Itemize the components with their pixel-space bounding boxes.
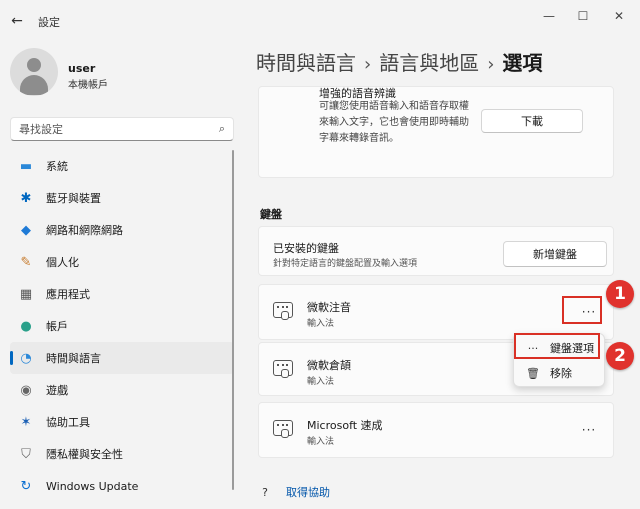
brush-icon: ✎ xyxy=(20,254,32,270)
breadcrumb: 時間與語言 › 語言與地區 › 選項 xyxy=(256,47,542,76)
accessibility-icon: ✶ xyxy=(20,414,32,430)
apps-icon: ▦ xyxy=(19,286,33,302)
breadcrumb-language-region[interactable]: 語言與地區 xyxy=(379,51,479,75)
speech-description: 可讓您使用語音輸入和語音存取權來輸入文字，它也會使用即時輔助字幕來轉錄音訊。 xyxy=(319,101,469,144)
sidebar-item-label: 個人化 xyxy=(46,256,79,269)
keyboard-icon xyxy=(273,302,293,320)
installed-keyboards-card: 已安裝的鍵盤 針對特定語言的鍵盤配置及輸入選項 新增鍵盤 xyxy=(258,226,614,276)
sidebar-item-label: 隱私權與安全性 xyxy=(46,448,123,461)
ime-name: 微軟倉頡 xyxy=(307,359,351,372)
sidebar-item-label: 系統 xyxy=(46,160,68,173)
search-input[interactable] xyxy=(19,121,209,137)
step-badge: 2 xyxy=(606,342,634,370)
user-profile[interactable]: user 本機帳戶 xyxy=(10,48,230,100)
title-bar: ← 設定 — ☐ ✕ xyxy=(0,0,640,40)
sidebar-item-label: 藍牙與裝置 xyxy=(46,192,101,205)
more-options-button[interactable]: ··· xyxy=(577,419,601,441)
menu-item-label: 移除 xyxy=(550,367,572,380)
breadcrumb-time-language[interactable]: 時間與語言 xyxy=(256,51,356,75)
sidebar-item-privacy[interactable]: ⛉ 隱私權與安全性 xyxy=(10,438,234,470)
bluetooth-icon: ✱ xyxy=(20,190,32,206)
sidebar-item-time-language[interactable]: ◔ 時間與語言 xyxy=(10,342,234,374)
ime-name: 微軟注音 xyxy=(307,301,351,314)
trash-icon: 🗑 xyxy=(526,366,540,380)
sidebar-item-accounts[interactable]: ● 帳戶 xyxy=(10,310,234,342)
highlight-box xyxy=(562,296,602,324)
highlight-box xyxy=(514,333,600,359)
sidebar-item-accessibility[interactable]: ✶ 協助工具 xyxy=(10,406,234,438)
ime-type: 輸入法 xyxy=(307,437,335,447)
keyboard-icon xyxy=(273,360,293,378)
breadcrumb-separator: › xyxy=(364,54,372,75)
search-icon[interactable]: ⌕ xyxy=(219,122,225,136)
ime-type: 輸入法 xyxy=(307,377,335,387)
refresh-icon: ↻ xyxy=(20,478,32,494)
settings-search-box[interactable]: ⌕ xyxy=(10,117,234,141)
person-icon: ● xyxy=(20,318,32,334)
sidebar-item-network[interactable]: ◆ 網路和網際網路 xyxy=(10,214,234,246)
sidebar-item-windows-update[interactable]: ↻ Windows Update xyxy=(10,470,234,502)
sidebar-item-gaming[interactable]: ◉ 遊戲 xyxy=(10,374,234,406)
monitor-icon: ▬ xyxy=(19,158,33,174)
ime-row: Microsoft 速成 輸入法 ··· xyxy=(258,402,614,458)
help-icon: ? xyxy=(262,485,268,499)
step-badge: 1 xyxy=(606,280,634,308)
ime-type: 輸入法 xyxy=(307,319,335,329)
account-type: 本機帳戶 xyxy=(68,80,108,91)
breadcrumb-separator: › xyxy=(487,54,495,75)
avatar-head-shape xyxy=(27,58,41,72)
sidebar-item-label: 帳戶 xyxy=(46,320,68,333)
page-title: 選項 xyxy=(502,51,543,75)
download-button[interactable]: 下載 xyxy=(481,109,583,133)
scrollbar[interactable] xyxy=(232,150,234,490)
maximize-icon[interactable]: ☐ xyxy=(566,6,600,26)
gamepad-icon: ◉ xyxy=(20,382,32,398)
sidebar-item-apps[interactable]: ▦ 應用程式 xyxy=(10,278,234,310)
minimize-icon[interactable]: — xyxy=(532,6,566,26)
installed-keyboards-subtitle: 針對特定語言的鍵盤配置及輸入選項 xyxy=(273,259,418,269)
get-help-link[interactable]: ? 取得協助 xyxy=(258,484,330,500)
sidebar-nav: ▬ 系統 ✱ 藍牙與裝置 ◆ 網路和網際網路 ✎ 個人化 ▦ 應用程式 ● 帳戶… xyxy=(10,150,234,502)
avatar-body-shape xyxy=(20,75,48,95)
help-label: 取得協助 xyxy=(286,486,330,499)
installed-keyboards-title: 已安裝的鍵盤 xyxy=(273,242,339,255)
add-keyboard-button[interactable]: 新增鍵盤 xyxy=(503,241,607,267)
speech-recognition-card: 增強的語音辨識 可讓您使用語音輸入和語音存取權來輸入文字，它也會使用即時輔助字幕… xyxy=(258,86,614,178)
sidebar-item-bluetooth[interactable]: ✱ 藍牙與裝置 xyxy=(10,182,234,214)
sidebar-item-label: 應用程式 xyxy=(46,288,90,301)
sidebar-item-system[interactable]: ▬ 系統 xyxy=(10,150,234,182)
keyboard-section-title: 鍵盤 xyxy=(260,208,282,221)
keyboard-icon xyxy=(273,420,293,438)
sidebar-item-label: 協助工具 xyxy=(46,416,90,429)
app-title: 設定 xyxy=(38,16,60,29)
remove-menu-item[interactable]: 🗑 移除 xyxy=(514,361,606,385)
close-icon[interactable]: ✕ xyxy=(602,6,636,26)
user-name: user xyxy=(68,62,96,75)
shield-icon: ⛉ xyxy=(21,446,31,462)
globe-clock-icon: ◔ xyxy=(20,350,32,366)
avatar xyxy=(10,48,58,96)
sidebar-item-label: Windows Update xyxy=(46,479,139,493)
ime-row: 微軟注音 輸入法 ··· xyxy=(258,284,614,340)
sidebar-item-label: 網路和網際網路 xyxy=(46,224,123,237)
back-arrow-icon[interactable]: ← xyxy=(6,10,28,32)
sidebar-item-label: 時間與語言 xyxy=(46,352,101,365)
sidebar-item-personalization[interactable]: ✎ 個人化 xyxy=(10,246,234,278)
ime-name: Microsoft 速成 xyxy=(307,419,383,432)
wifi-icon: ◆ xyxy=(21,222,31,238)
sidebar-item-label: 遊戲 xyxy=(46,384,68,397)
